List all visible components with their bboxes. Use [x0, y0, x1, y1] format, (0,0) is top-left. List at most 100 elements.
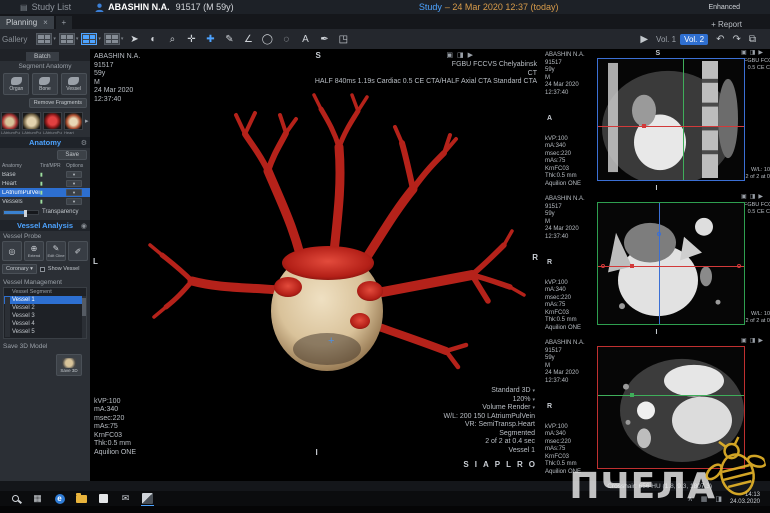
gallery-thumbnail[interactable]: [22, 112, 41, 130]
caret-icon[interactable]: ▾: [53, 36, 56, 42]
anatomy-section-header[interactable]: Anatomy ⚙: [0, 137, 90, 148]
reference-line-handle[interactable]: [737, 264, 741, 268]
oblique-slice-image[interactable]: [597, 202, 745, 325]
edit-contour-button[interactable]: ✐: [68, 241, 88, 261]
taskbar-explorer-button[interactable]: [75, 493, 88, 505]
axial-slice-image[interactable]: [597, 346, 745, 469]
orient-i-button[interactable]: I: [475, 460, 477, 469]
text-tool-icon[interactable]: A: [297, 34, 313, 45]
tray-volume-icon[interactable]: ◨: [715, 495, 724, 503]
gallery-next-icon[interactable]: ▸: [85, 117, 89, 125]
reference-line-handle[interactable]: [601, 264, 605, 268]
layout-1x1-button[interactable]: [36, 33, 52, 45]
layout-main-plus-stack-button[interactable]: [81, 33, 97, 45]
caret-icon[interactable]: ▾: [98, 36, 101, 42]
zoom-level-dropdown[interactable]: 120% ▾: [444, 396, 535, 405]
reference-line-handle[interactable]: [630, 393, 634, 397]
crop-tool-icon[interactable]: ◳: [335, 34, 351, 45]
taskbar-active-app-button[interactable]: [141, 493, 154, 505]
orient-s-button[interactable]: S: [463, 460, 468, 469]
vol1-button[interactable]: Vol. 1: [656, 35, 676, 44]
layout-single-button[interactable]: [104, 33, 120, 45]
vessel-list-item[interactable]: Vessel 4: [4, 320, 86, 328]
viewport-action-icons[interactable]: ▣◨▶: [741, 193, 766, 200]
taskbar-taskview-button[interactable]: ▦: [31, 493, 44, 505]
zoom-tool-icon[interactable]: ⌕: [164, 34, 180, 45]
mpr-viewport-coronal[interactable]: ▣◨▶ ABASHIN N.A.91517 59yM 24 Mar 202012…: [541, 49, 770, 193]
vessel-list-item[interactable]: Vessel 2: [4, 304, 86, 312]
tint-checkbox[interactable]: ▮: [40, 190, 66, 196]
vessel-list-item[interactable]: Vessel 1: [4, 296, 86, 304]
tint-checkbox[interactable]: ▮: [40, 199, 66, 205]
vessel-list-item[interactable]: Vessel 3: [4, 312, 86, 320]
reference-line-horizontal[interactable]: [598, 266, 744, 267]
options-dropdown[interactable]: ▾: [66, 198, 82, 205]
study-list-button[interactable]: Study List: [32, 2, 72, 12]
render-type-dropdown[interactable]: Volume Render ▾: [444, 404, 535, 413]
gallery-thumbnail[interactable]: [1, 112, 20, 130]
tray-network-icon[interactable]: ▦: [701, 495, 710, 503]
orient-p-button[interactable]: P: [495, 460, 500, 469]
pen-tool-icon[interactable]: ✒: [316, 34, 332, 45]
vessel-type-dropdown[interactable]: Coronary ▾: [2, 264, 37, 274]
options-dropdown[interactable]: ▾: [66, 180, 82, 187]
gallery-thumbnail[interactable]: [43, 112, 62, 130]
main-3d-viewport[interactable]: ABASHIN N.A.91517 59yM 24 Mar 202012:37:…: [90, 49, 541, 481]
ruler-tool-icon[interactable]: ✎: [221, 34, 237, 45]
extend-button[interactable]: ⊕ Extend: [24, 241, 44, 261]
gear-icon[interactable]: ⚙: [81, 139, 87, 147]
freehand-tool-icon[interactable]: ◌: [278, 34, 294, 45]
export-icon[interactable]: ⧉: [749, 34, 756, 45]
save-button[interactable]: Save: [57, 150, 87, 160]
windowing-tool-icon[interactable]: ◐: [145, 34, 161, 45]
tint-checkbox[interactable]: ▮: [40, 181, 66, 187]
vessel-list-item[interactable]: Vessel 5: [4, 328, 86, 336]
undo-icon[interactable]: ↶: [716, 34, 724, 45]
tab-close-icon[interactable]: ×: [43, 18, 48, 27]
redo-icon[interactable]: ↷: [732, 34, 740, 45]
vessel-probe-button[interactable]: ◎: [2, 241, 22, 261]
options-dropdown[interactable]: ▾: [66, 171, 82, 178]
remove-fragments-button[interactable]: Remove Fragments: [29, 98, 87, 108]
tab-planning[interactable]: Planning ×: [0, 16, 54, 29]
viewport-action-icons[interactable]: ▣◨▶: [446, 51, 477, 59]
orient-o-button[interactable]: O: [529, 460, 535, 469]
play-icon[interactable]: ▶: [640, 34, 648, 45]
orient-l-button[interactable]: L: [506, 460, 511, 469]
render-mode-dropdown[interactable]: Standard 3D ▾: [444, 387, 535, 396]
reference-line-vertical[interactable]: [659, 203, 660, 324]
taskbar-search-button[interactable]: [9, 493, 22, 505]
pointer-tool-icon[interactable]: ➤: [126, 34, 142, 45]
info-icon[interactable]: ◉: [81, 222, 87, 230]
reference-line-handle[interactable]: [630, 264, 634, 268]
reference-line-horizontal[interactable]: [598, 126, 744, 127]
anatomy-row-latriumpulvein[interactable]: LAtriumPulVein ▮ ▾: [0, 188, 90, 197]
taskbar-clock[interactable]: 14:13 24.03.2020: [730, 492, 760, 506]
taskbar-mail-button[interactable]: ✉: [119, 493, 132, 505]
tray-chevron-icon[interactable]: ∧: [688, 495, 695, 503]
caret-icon[interactable]: ▾: [76, 36, 79, 42]
taskbar-store-button[interactable]: [97, 493, 110, 505]
vessel-button[interactable]: Vessel: [61, 73, 87, 95]
reference-line-horizontal[interactable]: [598, 395, 744, 396]
reference-line-handle[interactable]: [642, 124, 646, 128]
transparency-slider[interactable]: [3, 210, 39, 215]
tint-checkbox[interactable]: ▮: [40, 172, 66, 178]
crosshair-tool-icon[interactable]: ✚: [202, 34, 218, 45]
mpr-viewport-axial[interactable]: ▣◨▶ ABASHIN N.A.91517 59yM 24 Mar 202012…: [541, 337, 770, 481]
batch-tab[interactable]: Batch: [26, 52, 59, 61]
study-link[interactable]: Study: [419, 2, 442, 12]
mpr-viewport-oblique[interactable]: ▣◨▶ ABASHIN N.A.91517 59yM 24 Mar 202012…: [541, 193, 770, 337]
orient-r-button[interactable]: R: [517, 460, 523, 469]
caret-icon[interactable]: ▾: [121, 36, 124, 42]
ellipse-tool-icon[interactable]: ◯: [259, 34, 275, 45]
vessel-list-scrollbar[interactable]: [82, 296, 86, 338]
viewport-action-icons[interactable]: ▣◨▶: [741, 337, 766, 344]
options-dropdown[interactable]: ▾: [66, 189, 82, 196]
angle-tool-icon[interactable]: ∠: [240, 34, 256, 45]
add-tab-button[interactable]: +: [56, 16, 72, 29]
bone-button[interactable]: Bone: [32, 73, 58, 95]
add-report-button[interactable]: + Report: [711, 20, 742, 29]
vessel-analysis-section-header[interactable]: Vessel Analysis ◉: [0, 220, 90, 231]
organ-button[interactable]: Organ: [3, 73, 29, 95]
